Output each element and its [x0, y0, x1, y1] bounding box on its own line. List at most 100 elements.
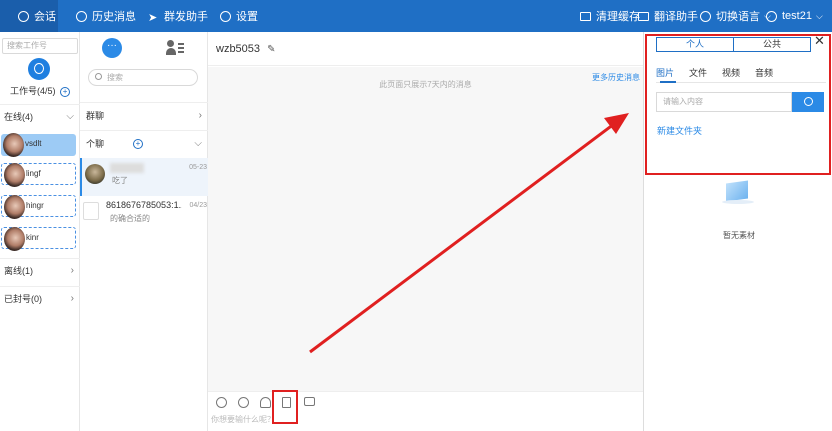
chats-tab-icon[interactable]: ···	[102, 38, 122, 58]
contacts-tab-icon[interactable]	[166, 40, 184, 56]
add-chat-icon[interactable]: +	[133, 139, 143, 149]
account-item[interactable]: hingr	[1, 195, 76, 219]
chat-name	[110, 163, 144, 173]
tab-images[interactable]: 图片	[656, 66, 689, 79]
more-history-link[interactable]: 更多历史消息	[592, 72, 640, 83]
clear-cache-button[interactable]: 清理缓存	[580, 0, 640, 32]
account-name: lingf	[26, 169, 41, 178]
chat-date: 05-23	[189, 164, 207, 171]
chat-last-message: 吃了	[112, 176, 128, 185]
conversation-panel: wzb5053 ✎ 此页面只展示7天内的消息 更多历史消息 你想要输什么呢？	[208, 32, 643, 431]
chevron-right-icon: ›	[70, 293, 74, 304]
chevron-right-icon: ›	[70, 265, 74, 276]
chat-search-input[interactable]: 搜索	[88, 69, 198, 86]
chevron-right-icon: ›	[198, 110, 202, 121]
chat-last-message: 的确合适的	[110, 214, 150, 223]
banned-section-header[interactable]: 已封号(0) ›	[0, 286, 80, 310]
avatar	[3, 133, 24, 157]
send-icon: ➤	[148, 11, 158, 24]
banned-section-label: 已封号(0)	[4, 294, 42, 304]
chat-search-placeholder: 搜索	[107, 73, 123, 82]
clock-icon	[76, 10, 87, 22]
nav-broadcast-label: 群发助手	[164, 11, 208, 23]
user-menu[interactable]: test21 ⌵	[766, 0, 823, 32]
chat-name: 8618676785053:1...	[106, 200, 182, 210]
private-chats-label: 个聊	[86, 139, 105, 149]
avatar	[85, 164, 105, 184]
message-area: 此页面只展示7天内的消息	[208, 67, 643, 391]
active-tab-indicator	[660, 81, 676, 83]
group-chats-header[interactable]: 群聊 ›	[80, 102, 208, 128]
offline-section-header[interactable]: 离线(1) ›	[0, 258, 80, 282]
emoji-icon[interactable]	[216, 397, 227, 408]
sticker-icon[interactable]	[238, 397, 249, 408]
conversation-header: wzb5053 ✎	[208, 32, 643, 66]
new-folder-link[interactable]: 新建文件夹	[657, 124, 702, 137]
chat-list-item[interactable]: 8618676785053:1... 的确合适的 04/23	[80, 196, 208, 234]
nav-broadcast[interactable]: ➤ 群发助手	[148, 0, 208, 32]
tab-divider	[656, 82, 826, 83]
material-search-button[interactable]	[792, 92, 824, 112]
account-name: hingr	[26, 201, 44, 210]
scope-public-tab[interactable]: 公共	[734, 38, 810, 51]
online-section-header[interactable]: 在线(4) ⌵	[0, 104, 80, 128]
translate-assistant-button[interactable]: 翻译助手	[638, 0, 698, 32]
account-name: vsdlt	[25, 139, 42, 148]
private-chats-header[interactable]: 个聊 + ⌵	[80, 130, 208, 156]
nav-chat[interactable]: 会话	[0, 0, 58, 32]
chevron-down-icon: ⌵	[194, 138, 202, 149]
account-item[interactable]: vsdlt	[1, 133, 76, 157]
nav-settings[interactable]: 设置	[220, 0, 258, 32]
close-icon[interactable]: ✕	[814, 33, 825, 49]
empty-box-icon	[718, 176, 758, 206]
whatsapp-logo-icon	[28, 58, 50, 80]
material-search-input[interactable]: 请输入内容	[656, 92, 792, 112]
tab-audio[interactable]: 音频	[755, 66, 788, 79]
scope-personal-tab[interactable]: 个人	[657, 38, 734, 51]
material-type-tabs: 图片 文件 视频 音频	[656, 66, 788, 79]
account-name: kinr	[26, 233, 39, 242]
tab-files[interactable]: 文件	[689, 66, 722, 79]
avatar	[4, 163, 25, 187]
globe-icon	[700, 10, 711, 22]
group-chats-label: 群聊	[86, 111, 105, 121]
chat-list-panel: ··· 搜索 群聊 › 个聊 + ⌵ 吃了 05-23 861867678505…	[80, 32, 208, 431]
tab-videos[interactable]: 视频	[722, 66, 755, 79]
search-icon	[95, 73, 102, 80]
message-input[interactable]: 你想要输什么呢？	[211, 414, 275, 425]
translate-message-icon[interactable]	[304, 397, 315, 406]
top-navigation-bar: 会话 历史消息 ➤ 群发助手 设置 清理缓存 翻译助手 切换语言 ⌵ test2…	[0, 0, 832, 32]
account-item[interactable]: kinr	[1, 227, 76, 251]
attachment-icon[interactable]	[260, 397, 271, 408]
highlight-box	[272, 390, 298, 424]
offline-section-label: 离线(1)	[4, 266, 33, 276]
nav-history[interactable]: 历史消息	[76, 0, 136, 32]
account-item[interactable]: lingf	[1, 163, 76, 187]
accounts-panel: 搜索工作号 工作号(4/5) + 在线(4) ⌵ vsdlt lingf hin…	[0, 32, 80, 431]
chat-list-item[interactable]: 吃了 05-23	[80, 158, 208, 196]
clear-cache-label: 清理缓存	[596, 11, 640, 23]
switch-language-button[interactable]: 切换语言 ⌵	[700, 0, 771, 32]
edit-icon[interactable]: ✎	[267, 44, 275, 55]
avatar	[83, 202, 99, 220]
avatar	[4, 195, 25, 219]
translate-icon	[638, 11, 649, 21]
gear-icon	[220, 10, 231, 22]
nav-history-label: 历史消息	[92, 11, 136, 23]
accounts-count-label: 工作号(4/5)	[10, 86, 56, 96]
chevron-down-icon: ⌵	[815, 10, 823, 21]
avatar	[4, 227, 25, 251]
monitor-icon	[580, 11, 591, 21]
empty-state-text: 暂无素材	[723, 231, 755, 240]
chat-bubble-icon	[18, 10, 29, 22]
user-icon	[766, 10, 777, 22]
switch-language-label: 切换语言	[716, 11, 760, 23]
account-search-input[interactable]: 搜索工作号	[2, 38, 78, 54]
seven-day-hint: 此页面只展示7天内的消息	[379, 80, 472, 89]
nav-settings-label: 设置	[236, 11, 258, 23]
online-section-label: 在线(4)	[4, 112, 33, 122]
add-account-icon[interactable]: +	[60, 86, 71, 97]
chevron-down-icon: ⌵	[66, 111, 74, 122]
conversation-title: wzb5053	[216, 43, 261, 55]
translate-assistant-label: 翻译助手	[654, 11, 698, 23]
